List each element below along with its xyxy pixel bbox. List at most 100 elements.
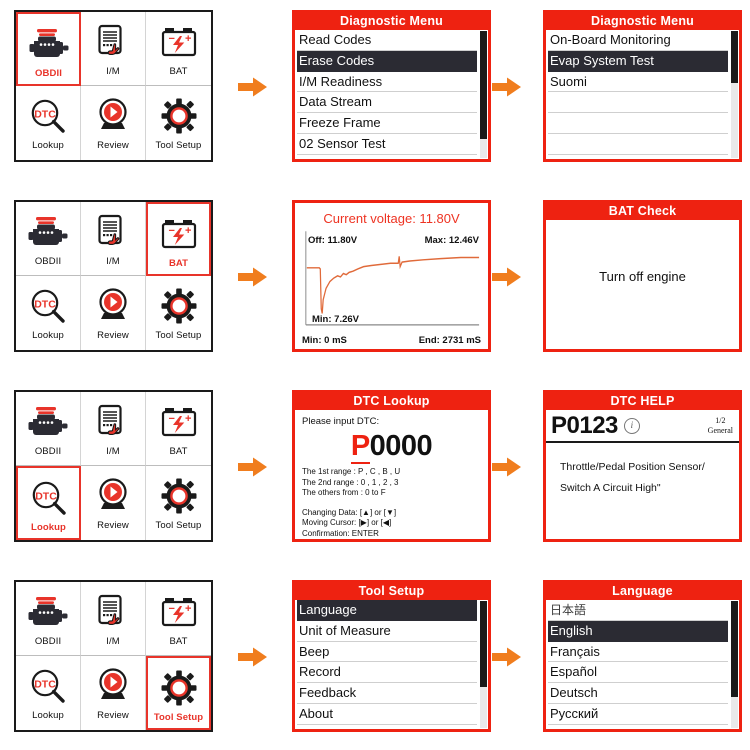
- menu-cell-review[interactable]: Review: [81, 466, 146, 540]
- menu-list[interactable]: Read Codes Erase Codes I/M Readiness Dat…: [295, 30, 488, 159]
- menu-list[interactable]: Language Unit of Measure Beep Record Fee…: [295, 600, 488, 729]
- list-item[interactable]: Unit of Measure: [297, 621, 477, 642]
- list-item[interactable]: [548, 134, 728, 155]
- svg-text:+: +: [185, 33, 191, 45]
- dtc-code-input[interactable]: P0000: [302, 429, 481, 464]
- arrow-right-icon: [238, 646, 268, 668]
- list-item[interactable]: Suomi: [548, 72, 728, 93]
- dtc-magnifier-icon: DTC: [30, 93, 66, 139]
- screen-diagnostic-menu-1[interactable]: Diagnostic Menu Read Codes Erase Codes I…: [292, 10, 491, 162]
- main-menu-grid-row1[interactable]: OBDII I/M − + BAT DTC Lookup Review Tool…: [14, 200, 213, 352]
- list-item[interactable]: Erase Codes: [297, 50, 477, 72]
- menu-cell-lookup[interactable]: DTC Lookup: [16, 86, 81, 160]
- dtc-rule-3: The others from : 0 to F: [302, 488, 386, 497]
- screen-current-voltage[interactable]: Current voltage: 11.80V Off: 11.80V Max:…: [292, 200, 491, 352]
- list-item[interactable]: On-Board Monitoring: [548, 30, 728, 51]
- menu-label-bat: BAT: [168, 258, 189, 269]
- info-icon[interactable]: i: [623, 418, 640, 434]
- list-item[interactable]: Record: [297, 662, 477, 684]
- menu-cell-obdii[interactable]: OBDII: [16, 12, 81, 86]
- battery-icon: − +: [160, 399, 198, 445]
- tablet-hand-icon: [95, 399, 131, 445]
- list-item[interactable]: I/M Readiness: [297, 72, 477, 93]
- list-item[interactable]: Data Stream: [297, 92, 477, 114]
- list-item[interactable]: 日本語: [548, 600, 728, 621]
- list-item[interactable]: [548, 113, 728, 134]
- scrollbar[interactable]: [480, 601, 487, 728]
- list-item[interactable]: Deutsch: [548, 683, 728, 704]
- row-battery: OBDII I/M − + BAT DTC Lookup Review Tool…: [0, 198, 750, 358]
- list-item[interactable]: Français: [548, 642, 728, 663]
- scrollbar[interactable]: [480, 31, 487, 158]
- menu-cell-bat[interactable]: − + BAT: [146, 582, 211, 656]
- menu-list[interactable]: On-Board Monitoring Evap System Test Suo…: [546, 30, 739, 159]
- list-item[interactable]: 02 Sensor Test: [297, 134, 477, 155]
- menu-cell-tool-setup[interactable]: Tool Setup: [146, 276, 211, 350]
- menu-label-lookup: Lookup: [32, 710, 64, 721]
- list-item[interactable]: Evap System Test: [548, 50, 728, 72]
- dtc-key-1: Changing Data: [▲] or [▼]: [302, 507, 397, 517]
- screen-bat-check[interactable]: BAT Check Turn off engine: [543, 200, 742, 352]
- arrow-right-icon: [492, 456, 522, 478]
- list-item[interactable]: Freeze Frame: [297, 113, 477, 134]
- list-item[interactable]: Read Codes: [297, 30, 477, 51]
- menu-cell-lookup[interactable]: DTC Lookup: [16, 466, 81, 540]
- dtc-prompt: Please input DTC:: [302, 416, 380, 427]
- list-item[interactable]: Language: [297, 600, 477, 621]
- menu-cell-review[interactable]: Review: [81, 86, 146, 160]
- voltage-off-label: Off: 11.80V: [308, 235, 358, 246]
- screen-title: DTC Lookup: [295, 393, 488, 410]
- menu-label-bat: BAT: [169, 66, 188, 77]
- menu-list[interactable]: 日本語 English Français Español Deutsch Рус…: [546, 600, 739, 729]
- main-menu-grid-row2[interactable]: OBDII I/M − + BAT DTC Lookup Review Tool…: [14, 390, 213, 542]
- dtc-help-desc-line2: Switch A Circuit High": [560, 482, 661, 494]
- dtc-lookup-body: Please input DTC: P0000 The 1st range : …: [295, 410, 488, 543]
- arrow-right-icon: [238, 456, 268, 478]
- menu-cell-obdii[interactable]: OBDII: [16, 202, 81, 276]
- arrow-right-icon: [492, 266, 522, 288]
- screen-language[interactable]: Language 日本語 English Français Español De…: [543, 580, 742, 732]
- dtc-rules: The 1st range : P , C , B , U The 2nd ra…: [302, 467, 481, 499]
- svg-text:DTC: DTC: [34, 299, 56, 311]
- menu-cell-bat[interactable]: − + BAT: [146, 202, 211, 276]
- list-item[interactable]: English: [548, 620, 728, 642]
- menu-cell-review[interactable]: Review: [81, 656, 146, 730]
- menu-cell-im[interactable]: I/M: [81, 202, 146, 276]
- menu-cell-bat[interactable]: − + BAT: [146, 12, 211, 86]
- menu-cell-im[interactable]: I/M: [81, 582, 146, 656]
- menu-cell-review[interactable]: Review: [81, 276, 146, 350]
- battery-icon: − +: [160, 589, 198, 635]
- screen-dtc-lookup[interactable]: DTC Lookup Please input DTC: P0000 The 1…: [292, 390, 491, 542]
- screen-tool-setup[interactable]: Tool Setup Language Unit of Measure Beep…: [292, 580, 491, 732]
- arrow-right-icon: [238, 266, 268, 288]
- gear-icon: [161, 93, 197, 139]
- menu-cell-obdii[interactable]: OBDII: [16, 582, 81, 656]
- voltage-footer: Min: 0 mS End: 2731 mS: [300, 334, 483, 346]
- menu-cell-lookup[interactable]: DTC Lookup: [16, 656, 81, 730]
- main-menu-grid-row0[interactable]: OBDII I/M − + BAT DTC Lookup Review Tool…: [14, 10, 213, 162]
- scrollbar[interactable]: [731, 31, 738, 158]
- list-item[interactable]: About: [297, 704, 477, 725]
- menu-cell-im[interactable]: I/M: [81, 12, 146, 86]
- screen-diagnostic-menu-2[interactable]: Diagnostic Menu On-Board Monitoring Evap…: [543, 10, 742, 162]
- svg-text:DTC: DTC: [34, 109, 56, 121]
- menu-cell-bat[interactable]: − + BAT: [146, 392, 211, 466]
- main-menu-grid-row3[interactable]: OBDII I/M − + BAT DTC Lookup Review Tool…: [14, 580, 213, 732]
- row-dtc-lookup: OBDII I/M − + BAT DTC Lookup Review Tool…: [0, 388, 750, 548]
- screen-title: Tool Setup: [295, 583, 488, 600]
- list-item[interactable]: Русский: [548, 704, 728, 725]
- menu-cell-tool-setup[interactable]: Tool Setup: [146, 86, 211, 160]
- list-item[interactable]: Beep: [297, 642, 477, 663]
- scrollbar[interactable]: [731, 601, 738, 728]
- menu-cell-obdii[interactable]: OBDII: [16, 392, 81, 466]
- list-item[interactable]: Feedback: [297, 683, 477, 704]
- menu-cell-tool-setup[interactable]: Tool Setup: [146, 656, 211, 730]
- list-item[interactable]: Español: [548, 662, 728, 684]
- screen-dtc-help[interactable]: DTC HELP P0123 i 1/2 General Throttle/Pe…: [543, 390, 742, 542]
- menu-cell-tool-setup[interactable]: Tool Setup: [146, 466, 211, 540]
- menu-label-bat: BAT: [169, 636, 188, 647]
- voltage-title: Current voltage: 11.80V: [323, 211, 460, 226]
- menu-cell-lookup[interactable]: DTC Lookup: [16, 276, 81, 350]
- menu-cell-im[interactable]: I/M: [81, 392, 146, 466]
- list-item[interactable]: [548, 92, 728, 114]
